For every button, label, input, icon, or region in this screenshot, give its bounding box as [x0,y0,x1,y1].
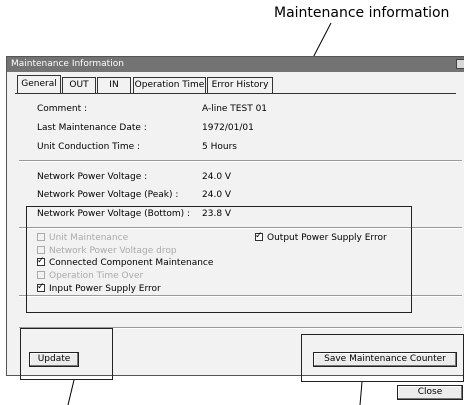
window-titlebar[interactable]: Maintenance Information [7,57,464,72]
comment-label: Comment : [37,104,87,114]
update-highlight [20,328,113,380]
save-counter-highlight [301,334,464,382]
network-voltage-value: 24.0 V [202,172,232,182]
tab-in[interactable]: IN [97,77,131,93]
network-voltage-peak-value: 24.0 V [202,190,232,200]
network-voltage-label: Network Power Voltage : [37,172,148,182]
last-maintenance-date-value: 1972/01/01 [202,123,254,133]
tab-general[interactable]: General [17,75,61,94]
tab-out[interactable]: OUT [62,77,96,93]
separator [19,160,462,162]
unit-conduction-time-label: Unit Conduction Time : [37,142,141,152]
tab-divider [15,93,456,94]
comment-value: A-line TEST 01 [202,104,268,114]
unit-conduction-time-value: 5 Hours [202,142,237,152]
tab-error-history[interactable]: Error History [207,77,273,93]
window-title: Maintenance Information [11,59,124,69]
network-voltage-peak-label: Network Power Voltage (Peak) : [37,190,179,200]
close-button[interactable]: Close [397,385,463,400]
maintenance-info-highlight [26,206,412,313]
tab-operation-time[interactable]: Operation Time [133,77,206,93]
close-window-icon[interactable] [456,59,464,69]
last-maintenance-date-label: Last Maintenance Date : [37,123,147,133]
